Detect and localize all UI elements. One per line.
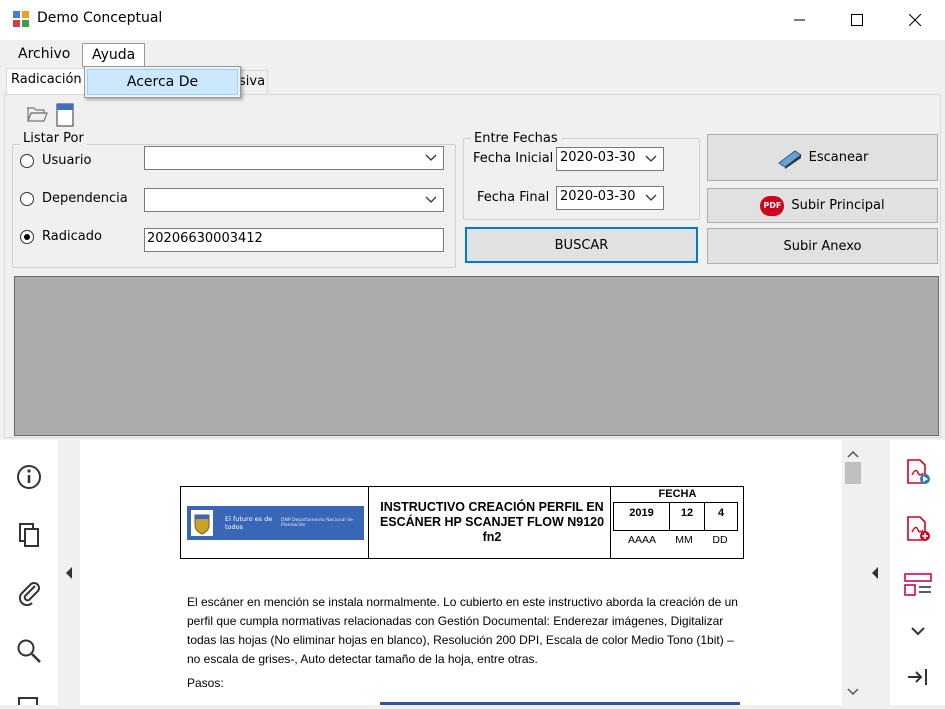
chevron-down-icon — [645, 194, 657, 201]
dependencia-combo[interactable] — [144, 188, 444, 212]
escanear-label: Escanear — [808, 150, 869, 165]
chevron-down-icon — [645, 155, 657, 162]
create-pdf-icon[interactable] — [904, 515, 932, 543]
radicado-label: Radicado — [42, 229, 102, 244]
ayuda-dropdown: Acerca De — [84, 66, 241, 98]
coat-of-arms-icon — [191, 510, 213, 536]
scrollbar-thumb[interactable] — [845, 462, 861, 484]
escanear-button[interactable]: Escanear — [707, 134, 938, 181]
doc-paragraph: El escáner en mención se instala normalm… — [187, 595, 738, 666]
radio-usuario[interactable] — [20, 154, 34, 168]
fecha-final-value: 2020-03-30 — [560, 189, 636, 204]
fecha-values-box: 2019 12 4 — [613, 502, 738, 531]
pages-icon[interactable] — [15, 521, 43, 549]
close-icon — [909, 14, 921, 26]
export-pdf-icon[interactable] — [904, 458, 932, 486]
chevron-left-icon — [872, 567, 878, 579]
chevron-left-icon — [66, 567, 72, 579]
fecha-final-picker[interactable]: 2020-03-30 — [556, 186, 664, 210]
chevron-down-icon — [425, 154, 437, 161]
doc-month: 12 — [680, 507, 694, 519]
pdf-icon: PDF — [760, 195, 785, 216]
usuario-combo[interactable] — [144, 146, 444, 170]
menu-item-acerca-de[interactable]: Acerca De — [87, 69, 238, 95]
left-panel-collapse[interactable] — [58, 440, 80, 705]
menu-ayuda[interactable]: Ayuda — [82, 43, 146, 67]
maximize-button[interactable] — [834, 0, 880, 40]
document-icon[interactable] — [55, 103, 75, 127]
doc-pasos: Pasos: — [187, 676, 224, 690]
fecha-inicial-value: 2020-03-30 — [560, 150, 636, 165]
maximize-icon — [851, 14, 863, 26]
listar-por-label: Listar Por — [20, 131, 87, 146]
entre-fechas-label: Entre Fechas — [471, 131, 561, 146]
minimize-icon — [794, 19, 805, 21]
dependencia-label: Dependencia — [42, 191, 128, 206]
attachment-icon[interactable] — [15, 578, 43, 607]
minimize-button[interactable] — [777, 0, 823, 40]
chevron-down-icon[interactable] — [904, 617, 932, 645]
close-button[interactable] — [892, 0, 938, 40]
results-panel — [14, 276, 939, 436]
doc-day: 4 — [717, 507, 725, 519]
radio-radicado[interactable] — [20, 230, 34, 244]
fecha-inicial-picker[interactable]: 2020-03-30 — [556, 147, 664, 171]
doc-year: 2019 — [629, 507, 654, 519]
dnp-logo: El futuro es de todos DNP Departamento N… — [187, 506, 364, 540]
fecha-final-label: Fecha Final — [477, 190, 550, 205]
logo-text: El futuro es de todos — [225, 515, 273, 531]
subir-anexo-button[interactable]: Subir Anexo — [707, 228, 938, 264]
day-label: DD — [712, 534, 728, 546]
logo-subtext: DNP Departamento Nacional de Planeación — [281, 518, 353, 528]
buscar-button[interactable]: BUSCAR — [465, 227, 698, 263]
search-icon[interactable] — [15, 637, 43, 665]
window-title: Demo Conceptual — [37, 10, 163, 26]
info-icon[interactable] — [15, 463, 43, 491]
organize-pages-icon[interactable] — [904, 572, 932, 600]
tab-radicacion[interactable]: Radicación — [6, 68, 87, 94]
fecha-header: FECHA — [658, 488, 697, 500]
month-label: MM — [675, 534, 693, 546]
doc-title: INSTRUCTIVO CREACIÓN PERFIL EN ESCÁNER H… — [379, 500, 605, 544]
chevron-down-icon — [425, 196, 437, 203]
collapse-panel-icon[interactable] — [904, 663, 932, 691]
menu-archivo[interactable]: Archivo — [9, 43, 79, 67]
subir-principal-button[interactable]: PDF Subir Principal — [707, 188, 938, 223]
radicado-input[interactable]: 20206630003412 — [144, 228, 444, 252]
subir-principal-label: Subir Principal — [791, 198, 885, 213]
doc-header-table: El futuro es de todos DNP Departamento N… — [180, 486, 744, 559]
open-folder-icon[interactable] — [26, 104, 48, 124]
fecha-inicial-label: Fecha Inicial — [473, 151, 554, 166]
usuario-label: Usuario — [42, 153, 92, 168]
year-label: AAAA — [627, 534, 656, 546]
radio-dependencia[interactable] — [20, 192, 34, 206]
scanner-icon — [777, 149, 802, 169]
bookmark-icon[interactable] — [15, 695, 43, 705]
right-panel-collapse[interactable] — [864, 440, 890, 705]
app-icon — [12, 10, 30, 28]
